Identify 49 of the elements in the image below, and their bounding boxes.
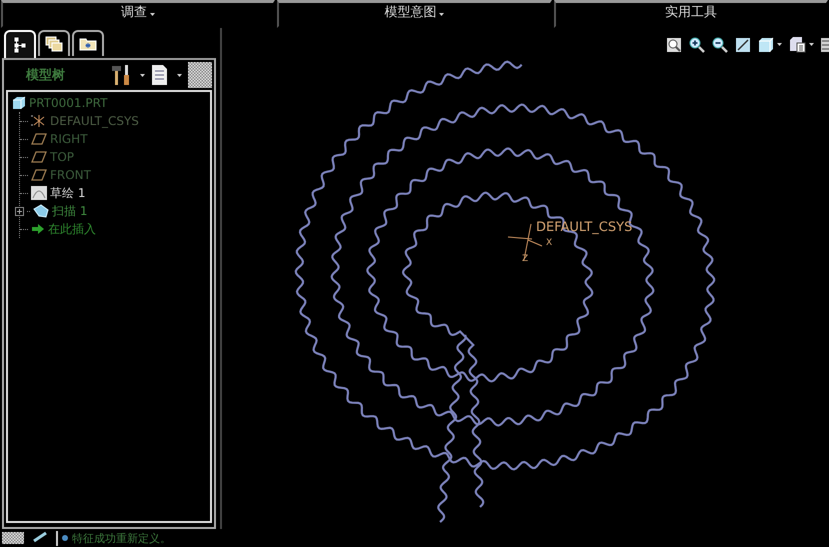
tree-item[interactable]: PRT0001.PRT — [29, 94, 108, 112]
plane-icon — [31, 169, 47, 181]
navigator-tab[interactable] — [72, 30, 104, 56]
zoom-fit-icon — [666, 36, 682, 52]
sketch-icon — [31, 186, 47, 200]
hammer-screwdriver-icon — [111, 64, 131, 86]
zoom-in-button[interactable] — [689, 36, 705, 52]
tree-item[interactable]: FRONT — [50, 166, 91, 184]
tree-item[interactable]: 扫描 1 — [52, 202, 88, 220]
zoom-out-icon — [712, 36, 728, 52]
tree-item[interactable]: TOP — [50, 148, 74, 166]
caret-icon — [177, 74, 182, 76]
cube-icon — [12, 96, 26, 110]
status-message: 特征成功重新定义。 — [72, 530, 171, 546]
csys-icon — [31, 114, 47, 128]
caret-icon — [140, 74, 145, 76]
saved-views-icon — [789, 36, 806, 53]
view-orientation-button[interactable] — [758, 36, 782, 52]
axis-label: X — [546, 238, 552, 248]
cube-icon — [758, 36, 774, 52]
panel-title: 模型树 — [26, 67, 66, 84]
message-toggle-button[interactable] — [2, 532, 24, 544]
caret-icon — [439, 13, 444, 16]
expand-toggle[interactable] — [15, 206, 24, 216]
settings-button[interactable] — [151, 64, 182, 86]
tree-item[interactable]: RIGHT — [50, 130, 88, 148]
bullet-icon — [62, 535, 68, 541]
tree-item[interactable]: DEFAULT_CSYS — [50, 112, 139, 130]
repaint-icon — [735, 36, 751, 52]
tree-item[interactable]: 草绘 1 — [50, 184, 86, 202]
caret-icon — [150, 13, 156, 16]
plane-icon — [31, 133, 47, 145]
sweep-icon — [33, 204, 49, 218]
zoom-in-icon — [689, 36, 705, 52]
repaint-button[interactable] — [735, 36, 751, 52]
zoom-fit-button[interactable] — [666, 36, 682, 52]
axis-label: Z — [522, 254, 528, 264]
plane-icon — [31, 151, 47, 163]
zoom-out-button[interactable] — [712, 36, 728, 52]
list-icon — [151, 64, 168, 86]
saved-views-button[interactable] — [789, 36, 814, 53]
tree-icon — [13, 37, 27, 53]
tools-button[interactable] — [111, 64, 145, 86]
tree-item[interactable]: 在此插入 — [48, 220, 96, 238]
caret-icon — [809, 43, 814, 46]
show-button[interactable] — [188, 62, 212, 88]
caret-icon — [777, 43, 782, 46]
folder-icon — [79, 37, 97, 51]
navigator-tab[interactable] — [38, 30, 70, 56]
